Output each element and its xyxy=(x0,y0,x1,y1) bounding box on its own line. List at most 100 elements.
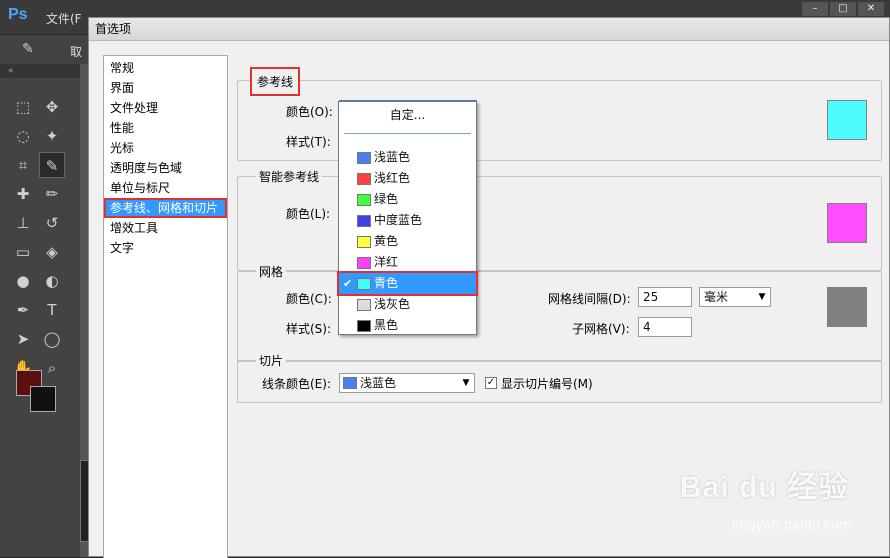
nav-item[interactable]: 光标 xyxy=(104,138,227,158)
color-swatch xyxy=(357,194,371,206)
options-bar: ✎ 取 xyxy=(0,34,90,65)
dropdown-option[interactable]: 黑色 xyxy=(339,315,476,336)
eraser-icon[interactable]: ▭ xyxy=(10,239,36,265)
pen-icon[interactable]: ✒ xyxy=(10,297,36,323)
subdivisions-input[interactable]: 4 xyxy=(638,317,692,337)
blur-icon[interactable]: ● xyxy=(10,268,36,294)
eyedropper-icon[interactable]: ✎ xyxy=(22,41,40,59)
dodge-icon[interactable]: ◐ xyxy=(39,268,65,294)
marquee-icon[interactable]: ⬚ xyxy=(10,94,36,120)
move-icon[interactable]: ✥ xyxy=(39,94,65,120)
gridline-every-input[interactable]: 25 xyxy=(638,287,692,307)
menu-file[interactable]: 文件(F xyxy=(46,10,82,27)
clone-stamp-icon[interactable]: ⊥ xyxy=(10,210,36,236)
dropdown-option-label: 洋红 xyxy=(374,255,399,269)
dropdown-option-label: 绿色 xyxy=(374,192,399,206)
color-swatch xyxy=(357,299,371,311)
nav-item[interactable]: 透明度与色域 xyxy=(104,158,227,178)
ellipse-icon[interactable]: ◯ xyxy=(39,326,65,352)
show-slice-numbers-checkbox[interactable]: ✓ xyxy=(485,377,497,389)
type-icon[interactable]: T xyxy=(39,297,65,323)
dropdown-option[interactable]: 浅蓝色 xyxy=(339,147,476,168)
paint-bucket-icon[interactable]: ◈ xyxy=(39,239,65,265)
grid-unit-select[interactable]: 毫米 ▼ xyxy=(699,287,771,307)
chevron-down-icon[interactable]: ▼ xyxy=(754,288,770,306)
color-swatch xyxy=(357,173,371,185)
grid-unit-value: 毫米 xyxy=(704,290,729,304)
minimize-icon[interactable]: – xyxy=(802,2,828,16)
nav-item[interactable]: 文字 xyxy=(104,238,227,258)
background-color-swatch[interactable] xyxy=(30,386,56,412)
maximize-icon[interactable]: □ xyxy=(830,2,856,16)
path-select-icon[interactable]: ➤ xyxy=(10,326,36,352)
dropdown-option-label: 浅蓝色 xyxy=(374,150,411,164)
color-swatch xyxy=(357,215,371,227)
eyedropper-icon[interactable]: ✎ xyxy=(39,152,65,178)
dropdown-option-label: 黄色 xyxy=(374,234,399,248)
magic-wand-icon[interactable]: ✦ xyxy=(39,123,65,149)
grid-color-label: 颜色(C): xyxy=(286,292,332,306)
tool-grid: ⬚ ✥ ◌ ✦ ⌗ ✎ ✚ ✏ ⊥ ↺ ▭ ◈ ● ◐ ✒ T ➤ ◯ ✋ ⌕ xyxy=(10,94,67,383)
grid-group: 网格 颜色(C): 样式(S): 网格线间隔(D): 25 毫米 ▼ 子网格(V… xyxy=(237,263,882,362)
smart-guides-legend: 智能参考线 xyxy=(256,168,323,185)
preferences-nav: 常规 界面 文件处理 性能 光标 透明度与色域 单位与标尺 参考线、网格和切片 增效工具 文字 xyxy=(103,55,228,558)
slices-legend: 切片 xyxy=(256,352,287,369)
window-controls: – □ ✕ xyxy=(802,2,884,16)
color-swatch xyxy=(357,236,371,248)
guides-color-label: 颜色(O): xyxy=(286,105,333,119)
slice-line-color-label: 线条颜色(E): xyxy=(262,377,331,391)
panel-collapse-icon[interactable]: « xyxy=(0,64,80,78)
grid-style-label: 样式(S): xyxy=(286,322,332,336)
dropdown-option-label: 浅灰色 xyxy=(374,297,411,311)
color-swatch xyxy=(357,152,371,164)
dropdown-option[interactable]: 中度蓝色 xyxy=(339,210,476,231)
healing-brush-icon[interactable]: ✚ xyxy=(10,181,36,207)
color-swatch xyxy=(357,278,371,290)
grid-color-preview[interactable] xyxy=(827,287,867,327)
tools-panel: « ⬚ ✥ ◌ ✦ ⌗ ✎ ✚ ✏ ⊥ ↺ ▭ ◈ ● ◐ ✒ T ➤ ◯ ✋ ⌕ xyxy=(0,64,80,557)
smart-guides-color-preview[interactable] xyxy=(827,203,867,243)
nav-item[interactable]: 常规 xyxy=(104,58,227,78)
color-swatch xyxy=(357,320,371,332)
grid-legend: 网格 xyxy=(256,263,287,280)
dropdown-custom-option[interactable]: 自定... xyxy=(339,104,476,126)
dropdown-option[interactable]: 黄色 xyxy=(339,231,476,252)
checkmark-icon: ✔ xyxy=(343,277,353,290)
dialog-title: 首选项 xyxy=(89,18,889,41)
nav-item[interactable]: 界面 xyxy=(104,78,227,98)
chevron-down-icon[interactable]: ▼ xyxy=(458,374,474,392)
guides-color-preview[interactable] xyxy=(827,100,867,140)
dropdown-option[interactable]: 浅灰色 xyxy=(339,294,476,315)
dropdown-option[interactable]: 绿色 xyxy=(339,189,476,210)
close-icon[interactable]: ✕ xyxy=(858,2,884,16)
slice-line-color-value: 浅蓝色 xyxy=(360,376,397,390)
history-brush-icon[interactable]: ↺ xyxy=(39,210,65,236)
baidu-watermark: Bai du 经验 xyxy=(680,462,849,506)
dropdown-option[interactable]: 浅红色 xyxy=(339,168,476,189)
dropdown-option-label: 浅红色 xyxy=(374,171,411,185)
nav-item[interactable]: 性能 xyxy=(104,118,227,138)
nav-item[interactable]: 增效工具 xyxy=(104,218,227,238)
dropdown-option-label: 中度蓝色 xyxy=(374,213,423,227)
brush-icon[interactable]: ✏ xyxy=(39,181,65,207)
watermark-brand: Bai du 经验 xyxy=(680,471,850,504)
crop-icon[interactable]: ⌗ xyxy=(10,152,36,178)
guides-group: 参考线 颜色(O): 青色 ▼ 样式(T): xyxy=(237,67,882,161)
watermark-url: jingyan.baidu.com xyxy=(732,518,852,533)
subdivisions-label: 子网格(V): xyxy=(572,322,630,336)
show-slice-numbers-label: 显示切片编号(M) xyxy=(501,377,593,391)
dropdown-option[interactable]: ✔ 青色 xyxy=(337,271,478,296)
dropdown-option[interactable]: 洋红 xyxy=(339,252,476,273)
nav-item[interactable]: 文件处理 xyxy=(104,98,227,118)
ps-logo: Ps xyxy=(8,6,28,23)
slices-group: 切片 线条颜色(E): 浅蓝色 ▼ ✓ 显示切片编号(M) xyxy=(237,352,882,403)
dropdown-option-label: 青色 xyxy=(374,276,399,290)
nav-item[interactable]: 参考线、网格和切片 xyxy=(104,198,227,218)
dropdown-option-label: 黑色 xyxy=(374,318,399,332)
lasso-icon[interactable]: ◌ xyxy=(10,123,36,149)
slice-line-color-select[interactable]: 浅蓝色 ▼ xyxy=(339,373,475,393)
zoom-icon[interactable]: ⌕ xyxy=(39,355,65,381)
smart-guides-group: 智能参考线 颜色(L): xyxy=(237,168,882,271)
nav-item[interactable]: 单位与标尺 xyxy=(104,178,227,198)
gridline-every-label: 网格线间隔(D): xyxy=(548,292,631,306)
